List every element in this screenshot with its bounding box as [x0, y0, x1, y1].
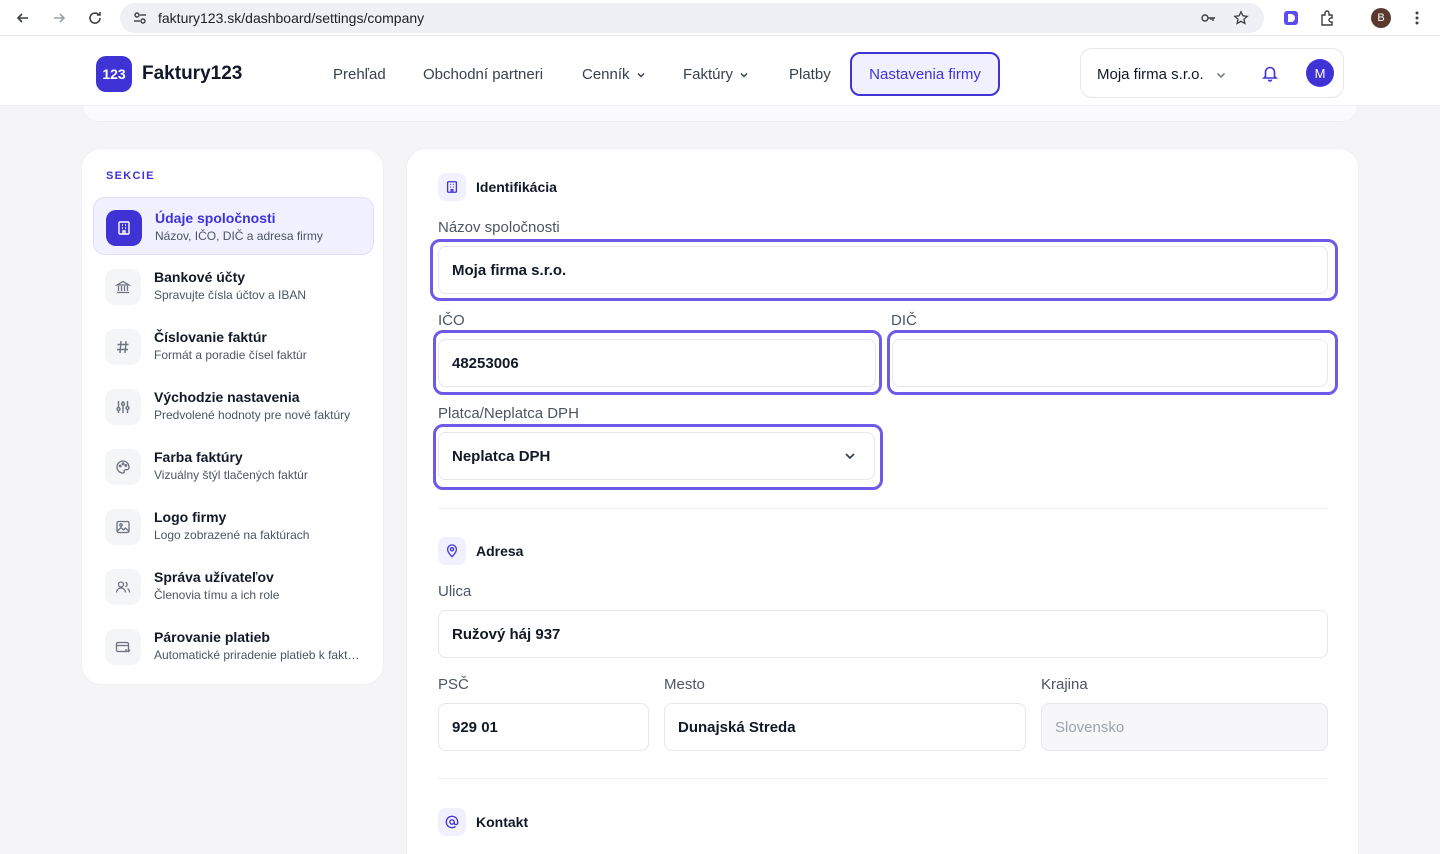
address-section-header: Adresa	[438, 537, 523, 565]
sidebar-item-subtitle: Predvolené hodnoty pre nové faktúry	[154, 408, 351, 422]
street-label: Ulica	[438, 583, 472, 600]
reload-icon[interactable]	[83, 6, 107, 30]
contact-title: Kontakt	[476, 814, 529, 830]
palette-icon	[105, 449, 141, 485]
browser-profile-avatar[interactable]: B	[1371, 8, 1391, 28]
contact-section-header: Kontakt	[438, 808, 528, 836]
section-divider	[438, 508, 1328, 509]
company-name-input[interactable]: Moja firma s.r.o.	[438, 246, 1328, 294]
ico-input[interactable]: 48253006	[438, 339, 876, 387]
sidebar-item-default-settings[interactable]: Východzie nastavenia Predvolené hodnoty …	[93, 377, 374, 435]
vat-status-value: Neplatca DPH	[452, 447, 551, 465]
sidebar-item-bank-accounts[interactable]: Bankové účty Spravujte čísla účtov a IBA…	[93, 257, 374, 315]
sidebar-item-subtitle: Spravujte čísla účtov a IBAN	[154, 288, 307, 302]
building-icon	[106, 210, 142, 246]
sidebar-item-title: Správa užívateľov	[154, 569, 274, 585]
extension-d-icon[interactable]	[1282, 9, 1300, 27]
forward-icon[interactable]	[47, 6, 71, 30]
sidebar-heading: SEKCIE	[106, 170, 155, 182]
image-icon	[105, 509, 141, 545]
bank-icon	[105, 269, 141, 305]
nav-overview[interactable]: Prehľad	[333, 66, 386, 83]
nav-overview-label: Prehľad	[333, 66, 386, 83]
building-icon	[438, 173, 466, 201]
nav-partners[interactable]: Obchodní partneri	[423, 66, 543, 83]
zip-label: PSČ	[438, 676, 469, 693]
hash-icon	[105, 329, 141, 365]
sidebar-item-subtitle: Automatické priradenie platieb k faktúra…	[154, 648, 364, 662]
city-input[interactable]: Dunajská Streda	[664, 703, 1026, 751]
nav-partners-label: Obchodní partneri	[423, 66, 544, 83]
nav-payments[interactable]: Platby	[789, 66, 831, 83]
users-icon	[105, 569, 141, 605]
browser-menu-icon[interactable]	[1408, 9, 1426, 27]
chevron-down-icon	[637, 72, 645, 78]
chevron-down-icon	[1216, 72, 1226, 79]
company-switcher[interactable]: Moja firma s.r.o. M	[1080, 48, 1344, 98]
sidebar-item-title: Východzie nastavenia	[154, 389, 300, 405]
company-name-label: Názov spoločnosti	[438, 219, 560, 236]
site-settings-icon[interactable]	[132, 10, 148, 26]
nav-pricelist-label: Cenník	[582, 66, 630, 83]
sidebar-item-company-logo[interactable]: Logo firmy Logo zobrazené na faktúrach	[93, 497, 374, 555]
sidebar-item-title: Logo firmy	[154, 509, 227, 525]
settings-sidebar: SEKCIE Údaje spoločnosti Názov, IČO, DIČ…	[81, 148, 384, 685]
identification-section-header: Identifikácia	[438, 173, 557, 201]
nav-settings[interactable]: Nastavenia firmy	[850, 52, 1000, 96]
sidebar-item-subtitle: Členovia tímu a ich role	[154, 588, 280, 602]
sidebar-item-subtitle: Názov, IČO, DIČ a adresa firmy	[155, 229, 323, 243]
section-divider	[438, 778, 1328, 779]
key-icon[interactable]	[1200, 10, 1216, 26]
sidebar-item-title: Farba faktúry	[154, 449, 243, 465]
company-switcher-label: Moja firma s.r.o.	[1097, 66, 1204, 83]
extensions-puzzle-icon[interactable]	[1319, 9, 1337, 27]
nav-invoices-label: Faktúry	[683, 66, 734, 83]
address-title: Adresa	[476, 543, 524, 559]
nav-pricelist[interactable]: Cenník	[582, 66, 646, 83]
sidebar-item-subtitle: Formát a poradie čísel faktúr	[154, 348, 307, 362]
street-input[interactable]: Ružový háj 937	[438, 610, 1328, 658]
at-sign-icon	[438, 808, 466, 836]
sidebar-item-subtitle: Vizuálny štýl tlačených faktúr	[154, 468, 308, 482]
sidebar-item-company-details[interactable]: Údaje spoločnosti Názov, IČO, DIČ a adre…	[93, 197, 374, 255]
bell-icon[interactable]	[1261, 64, 1279, 82]
user-avatar[interactable]: M	[1306, 59, 1334, 87]
map-pin-icon	[438, 537, 466, 565]
logo-text[interactable]: Faktury123	[142, 63, 242, 85]
address-bar[interactable]: faktury123.sk/dashboard/settings/company	[120, 3, 1264, 33]
nav-invoices[interactable]: Faktúry	[683, 66, 749, 83]
back-icon[interactable]	[11, 6, 35, 30]
chevron-down-icon	[845, 453, 855, 460]
url-text: faktury123.sk/dashboard/settings/company	[158, 10, 425, 26]
sidebar-item-title: Údaje spoločnosti	[155, 210, 276, 226]
nav-payments-label: Platby	[789, 66, 831, 83]
sidebar-item-title: Párovanie platieb	[154, 629, 270, 645]
nav-settings-label: Nastavenia firmy	[869, 65, 981, 83]
browser-toolbar: faktury123.sk/dashboard/settings/company…	[0, 0, 1440, 36]
dic-label: DIČ	[891, 312, 917, 329]
vat-status-label: Platca/Neplatca DPH	[438, 405, 579, 422]
company-settings-form: Identifikácia Názov spoločnosti Moja fir…	[406, 148, 1359, 854]
sidebar-item-invoice-color[interactable]: Farba faktúry Vizuálny štýl tlačených fa…	[93, 437, 374, 495]
sidebar-item-invoice-numbering[interactable]: Číslovanie faktúr Formát a poradie čísel…	[93, 317, 374, 375]
city-label: Mesto	[664, 676, 705, 693]
vat-status-select[interactable]: Neplatca DPH	[438, 432, 875, 480]
card-icon	[105, 629, 141, 665]
country-input: Slovensko	[1041, 703, 1328, 751]
zip-input[interactable]: 929 01	[438, 703, 649, 751]
sidebar-item-payment-matching[interactable]: Párovanie platieb Automatické priradenie…	[93, 617, 374, 675]
country-label: Krajina	[1041, 676, 1088, 693]
sliders-icon	[105, 389, 141, 425]
app-header: 123 Faktury123 Prehľad Obchodní partneri…	[0, 36, 1440, 106]
logo-badge[interactable]: 123	[96, 56, 132, 92]
dic-input[interactable]	[892, 339, 1328, 387]
sidebar-item-subtitle: Logo zobrazené na faktúrach	[154, 528, 310, 542]
sidebar-item-title: Číslovanie faktúr	[154, 329, 267, 345]
bookmark-star-icon[interactable]	[1233, 10, 1249, 26]
ico-label: IČO	[438, 312, 465, 329]
sidebar-item-title: Bankové účty	[154, 269, 246, 285]
chevron-down-icon	[740, 72, 748, 78]
sidebar-item-user-management[interactable]: Správa užívateľov Členovia tímu a ich ro…	[93, 557, 374, 615]
identification-title: Identifikácia	[476, 179, 557, 195]
